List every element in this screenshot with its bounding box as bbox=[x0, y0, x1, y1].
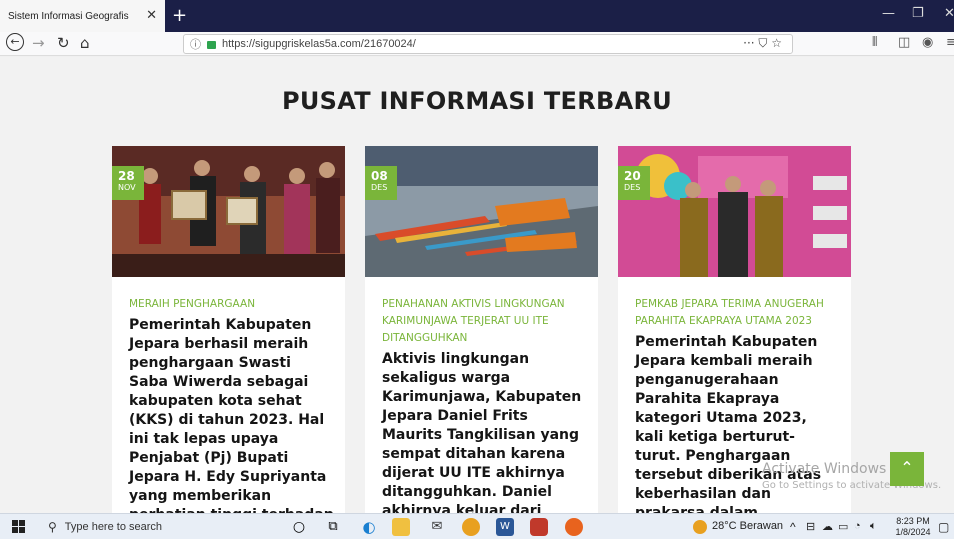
file-explorer-icon[interactable] bbox=[392, 518, 410, 536]
url-bar[interactable]: ⓘ https://sigupgriskelas5a.com/21670024/… bbox=[183, 34, 793, 54]
firefox-icon[interactable] bbox=[565, 518, 583, 536]
url-text[interactable]: https://sigupgriskelas5a.com/21670024/ bbox=[222, 38, 416, 50]
tray-wifi-icon[interactable]: ◔ bbox=[854, 520, 861, 532]
tab-title: Sistem Informasi Geografis bbox=[8, 10, 129, 22]
browser-nav-bar: ← → ↻ ⌂ ⓘ https://sigupgriskelas5a.com/2… bbox=[0, 32, 954, 56]
weather-icon[interactable] bbox=[693, 520, 707, 534]
date-month: NOV bbox=[118, 183, 136, 192]
tray-cloud-icon[interactable]: ☁ bbox=[822, 520, 833, 533]
scroll-to-top-button[interactable]: ⌃ bbox=[890, 452, 924, 486]
reload-icon[interactable]: ↻ bbox=[57, 34, 70, 52]
clock-time: 8:23 PM bbox=[896, 516, 930, 526]
word-icon[interactable]: W bbox=[496, 518, 514, 536]
card-image[interactable]: 28 NOV bbox=[112, 146, 345, 277]
forward-icon[interactable]: → bbox=[32, 34, 45, 52]
card-excerpt: Aktivis lingkungan sekaligus warga Karim… bbox=[382, 351, 582, 513]
date-badge: 28 NOV bbox=[112, 166, 144, 200]
tray-volume-icon[interactable]: 🔈︎ bbox=[870, 520, 877, 533]
search-icon: ⚲ bbox=[48, 520, 57, 534]
date-day: 20 bbox=[624, 169, 641, 183]
edge-icon[interactable]: ◐ bbox=[360, 518, 378, 536]
url-actions[interactable]: ··· ⛉ ☆ bbox=[743, 36, 782, 51]
taskbar-search[interactable]: ⚲ Type here to search bbox=[40, 516, 280, 538]
card-image[interactable]: 20 DES bbox=[618, 146, 851, 277]
card-excerpt: Pemerintah Kabupaten Jepara berhasil mer… bbox=[129, 317, 334, 513]
info-icon[interactable]: ⓘ bbox=[190, 36, 201, 52]
tray-chevron-icon[interactable]: ^ bbox=[790, 520, 796, 534]
new-tab-button[interactable]: + bbox=[172, 5, 187, 26]
date-badge: 08 DES bbox=[365, 166, 397, 200]
task-view-icon[interactable]: ⧉ bbox=[324, 518, 342, 536]
page-title: PUSAT INFORMASI TERBARU bbox=[281, 87, 673, 115]
chrome-icon[interactable] bbox=[462, 518, 480, 536]
browser-tab-strip: Sistem Informasi Geografis ✕ + — ❐ ✕ bbox=[0, 0, 954, 32]
notifications-icon[interactable]: ▢ bbox=[938, 520, 949, 534]
chevron-up-icon: ⌃ bbox=[900, 458, 914, 477]
news-card[interactable]: 20 DES PEMKAB JEPARA TERIMA ANUGERAH PAR… bbox=[618, 146, 851, 513]
news-card[interactable]: 08 DES PENAHANAN AKTIVIS LINGKUNGAN KARI… bbox=[365, 146, 598, 513]
date-month: DES bbox=[624, 183, 641, 192]
windows-start-icon[interactable] bbox=[12, 520, 25, 533]
close-window-icon[interactable]: ✕ bbox=[944, 6, 954, 21]
card-category[interactable]: PEMKAB JEPARA TERIMA ANUGERAH PARAHITA E… bbox=[635, 296, 840, 330]
mail-icon[interactable]: ✉ bbox=[428, 518, 446, 536]
card-category[interactable]: MERAIH PENGHARGAAN bbox=[129, 296, 334, 313]
windows-taskbar: ⚲ Type here to search ○ ⧉ ◐ ✉ W 28°C Ber… bbox=[0, 513, 954, 539]
news-card[interactable]: 28 NOV MERAIH PENGHARGAAN Pemerintah Kab… bbox=[112, 146, 345, 513]
back-icon[interactable]: ← bbox=[6, 33, 24, 51]
extension-icon[interactable]: ◉ bbox=[922, 35, 933, 50]
card-category[interactable]: PENAHANAN AKTIVIS LINGKUNGAN KARIMUNJAWA… bbox=[382, 296, 587, 347]
clock-date: 1/8/2024 bbox=[895, 527, 931, 537]
card-image[interactable]: 08 DES bbox=[365, 146, 598, 277]
date-day: 28 bbox=[118, 169, 135, 183]
restore-icon[interactable]: ❐ bbox=[912, 6, 924, 21]
cortana-icon[interactable]: ○ bbox=[290, 518, 308, 536]
page-content: PUSAT INFORMASI TERBARU 28 NOV MERAIH PE… bbox=[0, 57, 954, 513]
library-icon[interactable]: ⫴ bbox=[872, 35, 877, 50]
taskbar-search-input[interactable]: Type here to search bbox=[65, 521, 162, 533]
weather-text[interactable]: 28°C Berawan bbox=[712, 520, 783, 532]
app-icon[interactable] bbox=[530, 518, 548, 536]
minimize-icon[interactable]: — bbox=[882, 6, 895, 21]
menu-icon[interactable]: ≡ bbox=[946, 35, 954, 50]
home-icon[interactable]: ⌂ bbox=[80, 34, 90, 52]
date-badge: 20 DES bbox=[618, 166, 650, 200]
tab-active[interactable]: Sistem Informasi Geografis ✕ bbox=[0, 0, 165, 32]
activate-windows-title: Activate Windows bbox=[762, 461, 887, 477]
date-month: DES bbox=[371, 183, 388, 192]
tab-close-icon[interactable]: ✕ bbox=[146, 8, 157, 23]
tray-battery-icon[interactable]: ▭ bbox=[838, 520, 848, 533]
sidebar-icon[interactable]: ◫ bbox=[898, 35, 910, 50]
date-day: 08 bbox=[371, 169, 388, 183]
tray-network-icon[interactable]: ⊟ bbox=[806, 520, 815, 533]
lock-icon bbox=[207, 41, 216, 49]
taskbar-clock[interactable]: 8:23 PM 1/8/2024 bbox=[893, 516, 933, 538]
